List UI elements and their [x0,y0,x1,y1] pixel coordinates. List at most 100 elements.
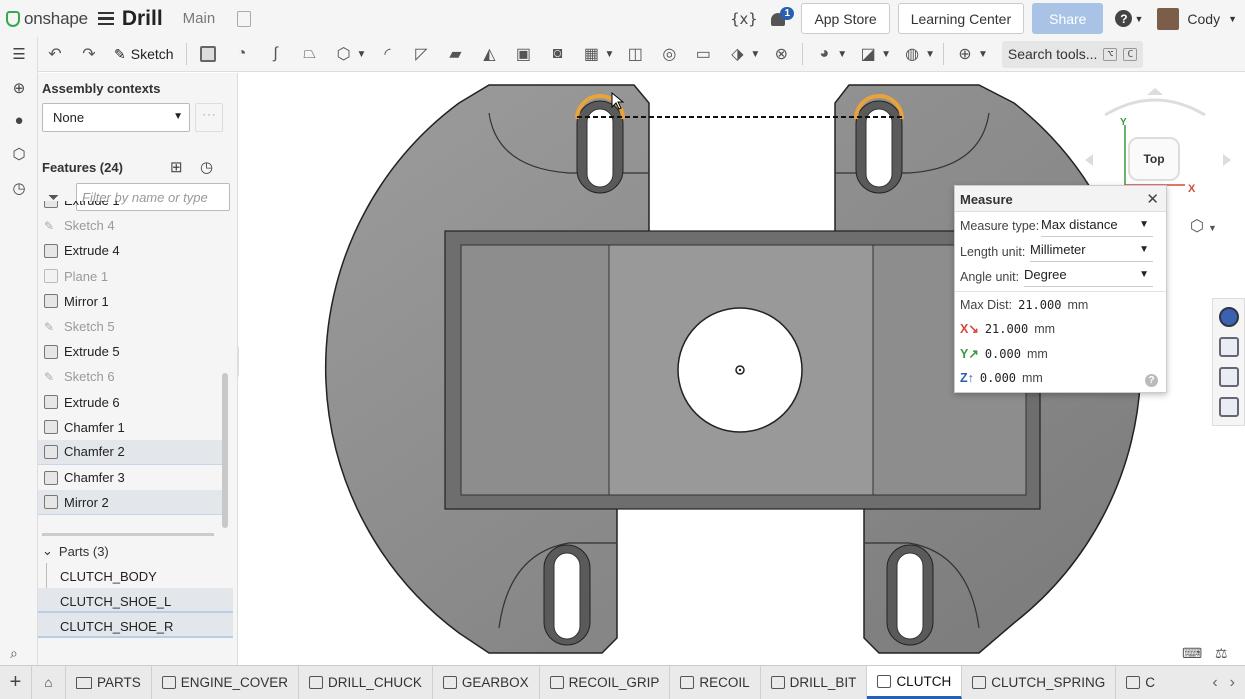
mass-properties-icon[interactable] [1218,337,1239,357]
sketch-button[interactable]: ✎ Sketch [114,46,174,63]
close-icon[interactable]: ✕ [1146,190,1159,208]
loft-icon[interactable]: ⏢ [300,44,320,64]
boolean-icon[interactable]: ◎ [659,44,679,64]
helix-icon[interactable]: ◍ [902,44,922,64]
feature-item[interactable]: Extrude 5 [38,339,228,364]
feature-item[interactable]: Chamfer 1 [38,415,228,440]
shell-icon[interactable]: ▣ [513,44,533,64]
feature-list-icon[interactable]: ☰ [10,45,28,63]
angle-unit-select[interactable]: Degree ▼ [1024,267,1153,287]
feature-item[interactable]: Chamfer 3 [38,465,228,490]
mate-connector-icon[interactable]: ⊕ [955,44,975,64]
chevron-down-icon[interactable]: ▼ [978,49,988,60]
measure-type-select[interactable]: Max distance ▼ [1041,217,1153,237]
menu-icon[interactable] [97,11,114,26]
parts-section-header[interactable]: ⌄ Parts (3) [42,543,109,559]
tab-overflow[interactable]: C [1116,666,1159,699]
mirror-icon[interactable]: ◫ [625,44,645,64]
feature-item[interactable]: Extrude 6 [38,390,228,415]
configurations-icon[interactable] [1218,397,1239,417]
insert-part-icon[interactable]: ⊕ [10,79,28,97]
redo-icon[interactable]: ↷ [79,44,99,64]
learning-center-button[interactable]: Learning Center [897,3,1025,34]
context-options-button[interactable]: ⋯ [195,103,223,132]
onshape-logo[interactable]: onshape [6,9,88,29]
tab-clutch[interactable]: CLUTCH [867,666,963,699]
user-name[interactable]: Cody [1187,11,1220,27]
parts-appearance-icon[interactable]: ⬡ [10,145,28,163]
appearance-icon[interactable] [1218,307,1239,327]
chevron-down-icon[interactable]: ▼ [357,49,367,60]
length-unit-select[interactable]: Millimeter ▼ [1030,242,1153,262]
panel-resize-handle[interactable] [42,533,214,536]
feature-list-scrollbar[interactable] [222,373,228,528]
pattern-icon[interactable]: ▦ [581,44,601,64]
feature-item[interactable]: Chamfer 2 [38,439,228,466]
transform-icon[interactable]: ⬗ [727,44,747,64]
chevron-down-icon[interactable]: ▼ [604,49,614,60]
app-store-button[interactable]: App Store [801,3,890,34]
mass-balance-icon[interactable]: ⚖ [1215,645,1228,662]
tab-recoil-grip[interactable]: RECOIL_GRIP [540,666,671,699]
scroll-left-icon[interactable]: ‹ [1212,674,1217,692]
variables-icon[interactable]: {x} [730,10,757,28]
search-tools-input[interactable]: Search tools... ⌥ C [1001,40,1144,68]
feature-item[interactable]: ✎ Sketch 5 [38,314,228,339]
part-item[interactable]: CLUTCH_SHOE_R [38,613,233,638]
rollback-timer-icon[interactable]: ◷ [200,158,213,176]
chevron-down-icon[interactable]: ▼ [837,49,847,60]
rib-icon[interactable]: ◭ [479,44,499,64]
extrude-icon[interactable] [198,44,218,64]
draft-icon[interactable]: ▰ [445,44,465,64]
fillet-icon[interactable]: ◜ [377,44,397,64]
feature-item[interactable]: Mirror 1 [38,289,228,314]
view-options-icon[interactable]: ⬡ ▼ [1190,216,1217,236]
tab-drill-chuck[interactable]: DRILL_CHUCK [299,666,433,699]
plane-icon[interactable]: ◪ [858,44,878,64]
help-menu[interactable]: ? ▼ [1115,10,1143,27]
feature-item[interactable]: Plane 1 [38,264,228,289]
tab-recoil[interactable]: RECOIL [670,666,761,699]
add-folder-icon[interactable]: ⊞ [170,158,183,176]
search-view-icon[interactable]: ⌕ [10,645,18,662]
split-icon[interactable]: ▭ [693,44,713,64]
thicken-icon[interactable]: ⬡ [334,44,354,64]
chevron-down-icon[interactable]: ▼ [925,49,935,60]
tab-parts-folder[interactable]: PARTS [66,666,152,699]
tab-drill-bit[interactable]: DRILL_BIT [761,666,868,699]
feature-item[interactable]: Extrude 1 [38,201,228,213]
sweep-icon[interactable]: ∫ [266,44,286,64]
share-button[interactable]: Share [1032,3,1104,34]
chevron-down-icon[interactable]: ▼ [881,49,891,60]
notifications-bell-icon[interactable]: 1 [769,6,794,29]
delete-part-icon[interactable]: ⊗ [771,44,791,64]
assembly-context-select[interactable]: None ▼ [42,103,190,132]
add-tab-button[interactable]: + [0,666,32,699]
feature-item[interactable]: Extrude 4 [38,238,228,263]
revolve-icon[interactable]: ◔ [232,44,252,64]
document-title[interactable]: Drill [122,7,163,31]
history-icon[interactable]: ◷ [10,179,28,197]
scroll-right-icon[interactable]: › [1230,674,1235,692]
tab-engine-cover[interactable]: ENGINE_COVER [152,666,300,699]
comments-icon[interactable]: ● [10,111,28,129]
undo-icon[interactable]: ↶ [45,44,65,64]
user-menu-chevron-icon[interactable]: ▼ [1228,14,1237,24]
part-item[interactable]: CLUTCH_BODY [38,563,233,588]
hole-icon[interactable]: ◙ [547,44,567,64]
section-view-icon[interactable] [1218,367,1239,387]
view-cube-top-face[interactable]: Top [1128,137,1180,181]
chamfer-icon[interactable]: ◸ [411,44,431,64]
feature-item[interactable]: ✎ Sketch 4 [38,213,228,238]
chevron-down-icon[interactable]: ▼ [750,49,760,60]
tab-gearbox[interactable]: GEARBOX [433,666,540,699]
workspace-name[interactable]: Main [183,10,216,27]
modify-fillet-icon[interactable]: ◕ [814,44,834,64]
tab-clutch-spring[interactable]: CLUTCH_SPRING [962,666,1117,699]
feature-item[interactable]: Mirror 2 [38,490,228,516]
copy-workspace-icon[interactable] [237,10,252,27]
avatar[interactable] [1157,7,1180,30]
measure-tool-icon[interactable]: ⌨ [1182,645,1202,662]
part-item[interactable]: CLUTCH_SHOE_L [38,588,233,613]
home-icon[interactable]: ⌂ [32,666,66,699]
